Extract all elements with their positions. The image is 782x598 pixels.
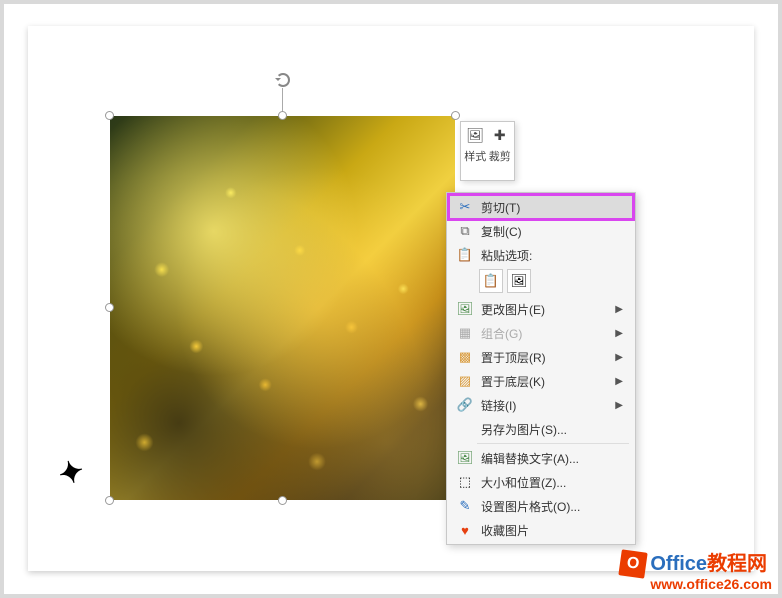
menu-cut[interactable]: ✂ 剪切(T) — [449, 195, 633, 219]
menu-bring-to-front-label: 置于顶层(R) — [481, 349, 615, 366]
resize-handle-ml[interactable] — [105, 303, 114, 312]
resize-handle-bm[interactable] — [278, 496, 287, 505]
menu-group-label: 组合(G) — [481, 325, 615, 342]
bring-front-icon: ▩ — [455, 349, 475, 365]
menu-group: ▦ 组合(G) ▶ — [449, 321, 633, 345]
menu-copy[interactable]: ⧉ 复制(C) — [449, 219, 633, 243]
menu-format-picture-label: 设置图片格式(O)... — [481, 498, 627, 515]
watermark-logo-icon: O — [619, 549, 648, 578]
menu-favorite-picture[interactable]: ♥ 收藏图片 — [449, 518, 633, 542]
alt-text-icon: 🖼 — [455, 450, 475, 466]
style-button[interactable]: 🖼 样式 — [464, 126, 486, 178]
watermark: O Office教程网 www.office26.com — [620, 551, 772, 592]
group-icon: ▦ — [455, 325, 475, 341]
format-picture-icon: ✎ — [455, 498, 475, 514]
rotate-stem — [282, 88, 283, 112]
send-back-icon: ▨ — [455, 373, 475, 389]
menu-change-picture-label: 更改图片(E) — [481, 301, 615, 318]
menu-link[interactable]: 🔗 链接(I) ▶ — [449, 393, 633, 417]
submenu-arrow-icon: ▶ — [615, 376, 627, 387]
context-menu: ✂ 剪切(T) ⧉ 复制(C) 📋 粘贴选项: 📋 🖼 🖼 更改图片(E) ▶ … — [446, 192, 636, 545]
menu-save-as-picture-label: 另存为图片(S)... — [481, 421, 627, 438]
submenu-arrow-icon: ▶ — [615, 400, 627, 411]
menu-paste-header: 📋 粘贴选项: — [449, 243, 633, 267]
resize-handle-bl[interactable] — [105, 496, 114, 505]
menu-copy-label: 复制(C) — [481, 223, 627, 240]
paste-option-1[interactable]: 📋 — [479, 269, 503, 293]
style-icon: 🖼 — [466, 126, 484, 144]
clipboard-icon: 📋 — [455, 247, 475, 263]
link-icon: 🔗 — [455, 397, 475, 413]
crop-button[interactable]: ✚ 裁剪 — [489, 126, 511, 178]
menu-change-picture[interactable]: 🖼 更改图片(E) ▶ — [449, 297, 633, 321]
rotate-handle[interactable] — [276, 73, 290, 87]
watermark-url: www.office26.com — [650, 577, 772, 592]
submenu-arrow-icon: ▶ — [615, 304, 627, 315]
menu-favorite-picture-label: 收藏图片 — [481, 522, 627, 539]
resize-handle-tm[interactable] — [278, 111, 287, 120]
submenu-arrow-icon: ▶ — [615, 352, 627, 363]
style-label: 样式 — [464, 148, 486, 164]
resize-handle-tr[interactable] — [451, 111, 460, 120]
menu-send-to-back[interactable]: ▨ 置于底层(K) ▶ — [449, 369, 633, 393]
menu-paste-header-label: 粘贴选项: — [481, 247, 627, 264]
menu-save-as-picture[interactable]: 另存为图片(S)... — [449, 417, 633, 441]
menu-cut-label: 剪切(T) — [481, 199, 627, 216]
menu-size-position[interactable]: ⬚ 大小和位置(Z)... — [449, 470, 633, 494]
paste-option-2[interactable]: 🖼 — [507, 269, 531, 293]
menu-send-to-back-label: 置于底层(K) — [481, 373, 615, 390]
menu-size-position-label: 大小和位置(Z)... — [481, 474, 627, 491]
change-picture-icon: 🖼 — [455, 301, 475, 317]
resize-handle-tl[interactable] — [105, 111, 114, 120]
menu-edit-alt-text-label: 编辑替换文字(A)... — [481, 450, 627, 467]
submenu-arrow-icon: ▶ — [615, 328, 627, 339]
document-canvas[interactable]: ✦ 🖼 样式 ✚ 裁剪 ✂ 剪切(T) ⧉ 复制(C) 📋 粘贴选项: — [28, 26, 754, 571]
scissors-icon: ✂ — [455, 199, 475, 215]
crop-label: 裁剪 — [489, 148, 511, 164]
menu-bring-to-front[interactable]: ▩ 置于顶层(R) ▶ — [449, 345, 633, 369]
crop-icon: ✚ — [491, 126, 509, 144]
selected-image[interactable] — [110, 116, 455, 500]
menu-format-picture[interactable]: ✎ 设置图片格式(O)... — [449, 494, 633, 518]
paste-options-row: 📋 🖼 — [449, 267, 633, 297]
menu-edit-alt-text[interactable]: 🖼 编辑替换文字(A)... — [449, 446, 633, 470]
watermark-title: Office教程网 — [650, 553, 767, 575]
mini-toolbar: 🖼 样式 ✚ 裁剪 — [460, 121, 515, 181]
menu-separator — [477, 443, 629, 444]
heart-icon: ♥ — [455, 523, 475, 538]
size-position-icon: ⬚ — [455, 474, 475, 490]
ink-decoration: ✦ — [55, 449, 101, 488]
menu-link-label: 链接(I) — [481, 397, 615, 414]
copy-icon: ⧉ — [455, 223, 475, 239]
